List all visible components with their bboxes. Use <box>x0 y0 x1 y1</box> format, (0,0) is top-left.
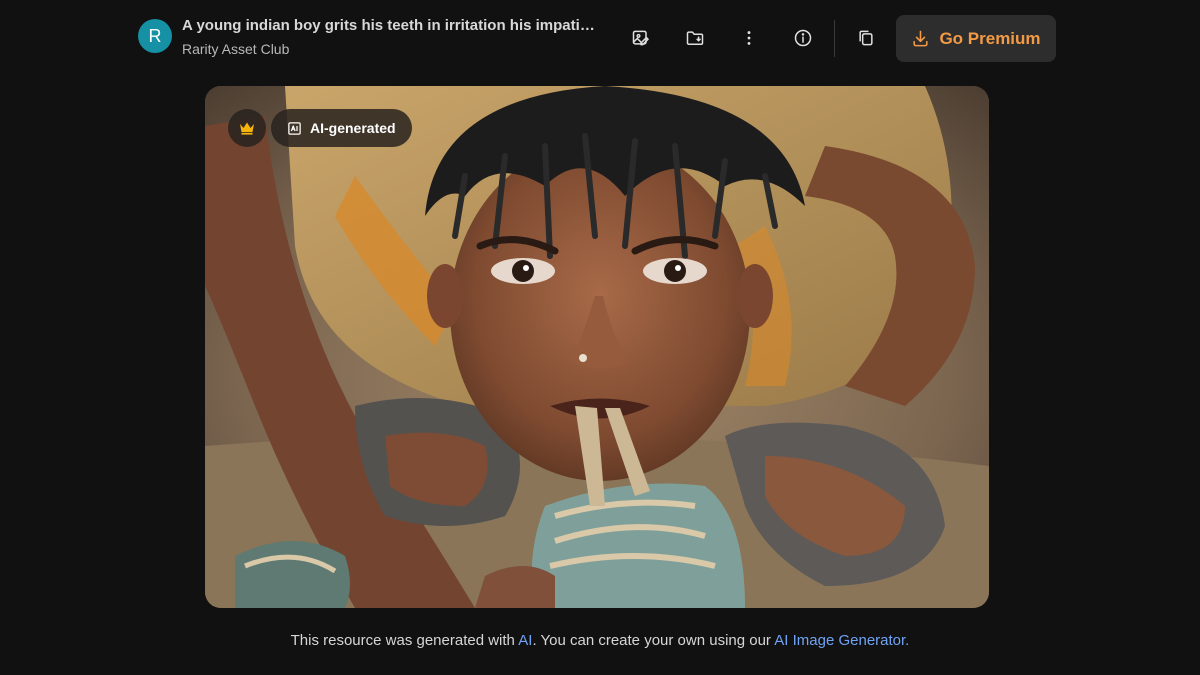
ai-image-generator-link[interactable]: AI Image Generator. <box>774 632 909 649</box>
generation-notice: This resource was generated with AI. You… <box>0 632 1200 649</box>
copy-icon <box>859 30 873 46</box>
copy-button[interactable] <box>850 22 882 54</box>
info-button[interactable] <box>787 22 819 54</box>
avatar-initial: R <box>148 25 162 46</box>
photo-illustration <box>205 86 989 608</box>
info-icon <box>794 29 812 47</box>
resource-title: A young indian boy grits his teeth in ir… <box>182 17 602 34</box>
ai-link[interactable]: AI <box>518 632 532 649</box>
crown-icon <box>240 122 254 135</box>
toolbar-divider <box>834 20 835 57</box>
go-premium-button[interactable]: Go Premium <box>896 15 1056 62</box>
edit-image-button[interactable] <box>625 22 657 54</box>
download-icon <box>913 30 929 47</box>
more-vertical-icon <box>747 31 751 45</box>
save-to-folder-icon <box>686 31 704 45</box>
notice-text-middle: . You can create your own using our <box>532 632 771 649</box>
ai-generated-label: AI-generated <box>310 120 396 136</box>
premium-badge <box>228 109 266 147</box>
notice-text-before: This resource was generated with <box>290 632 515 649</box>
ai-image-icon <box>288 121 301 135</box>
title-block: A young indian boy grits his teeth in ir… <box>182 16 602 60</box>
author-avatar[interactable]: R <box>138 19 172 53</box>
save-to-folder-button[interactable] <box>679 22 711 54</box>
main-image[interactable]: AI-generated <box>205 86 989 608</box>
top-bar: R A young indian boy grits his teeth in … <box>0 0 1200 78</box>
go-premium-label: Go Premium <box>939 28 1041 48</box>
ai-generated-badge: AI-generated <box>271 109 412 147</box>
more-options-button[interactable] <box>733 22 765 54</box>
edit-image-icon <box>632 30 649 46</box>
author-name[interactable]: Rarity Asset Club <box>182 38 602 60</box>
